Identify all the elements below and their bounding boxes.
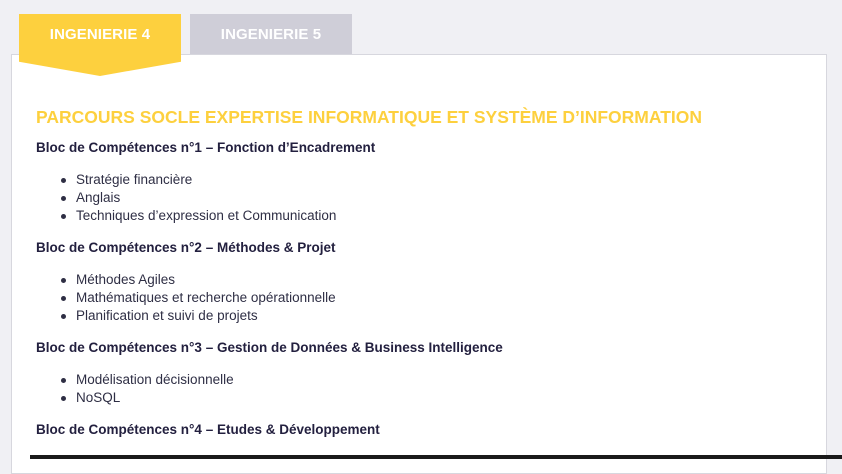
bloc-title: Bloc de Compétences n°2 – Méthodes & Pro… [36, 240, 336, 255]
tab-label: INGENIERIE 4 [49, 25, 151, 43]
list-item: Mathématiques et recherche opérationnell… [61, 289, 816, 307]
bloc-title: Bloc de Compétences n°1 – Fonction d’Enc… [36, 140, 376, 155]
list-item: Méthodes Agiles [61, 271, 816, 289]
list-item: Planification et suivi de projets [61, 307, 816, 325]
bloc-title: Bloc de Compétences n°3 – Gestion de Don… [36, 340, 503, 355]
bloc-3: Bloc de Compétences n°3 – Gestion de Don… [36, 339, 816, 407]
section-title: PARCOURS SOCLE EXPERTISE INFORMATIQUE ET… [36, 107, 703, 127]
list-item: Modélisation décisionnelle [61, 371, 816, 389]
list-item: Techniques d’expression et Communication [61, 207, 816, 225]
bloc-title: Bloc de Compétences n°4 – Etudes & Dével… [36, 422, 380, 437]
bloc-1: Bloc de Compétences n°1 – Fonction d’Enc… [36, 139, 816, 225]
bloc-2: Bloc de Compétences n°2 – Méthodes & Pro… [36, 239, 816, 325]
tab-label: INGENIERIE 5 [220, 25, 322, 43]
bloc-4: Bloc de Compétences n°4 – Etudes & Dével… [36, 421, 816, 439]
window-bottom-edge [30, 455, 842, 459]
tab-ingenierie-4[interactable]: INGENIERIE 4 [19, 14, 181, 54]
bloc-list: Méthodes Agiles Mathématiques et recherc… [36, 271, 816, 325]
list-item: Anglais [61, 189, 816, 207]
list-item: Stratégie financière [61, 171, 816, 189]
bloc-list: Stratégie financière Anglais Techniques … [36, 171, 816, 225]
list-item: NoSQL [61, 389, 816, 407]
tab-content: PARCOURS SOCLE EXPERTISE INFORMATIQUE ET… [36, 104, 816, 439]
tab-ingenierie-5[interactable]: INGENIERIE 5 [190, 14, 352, 54]
bloc-list: Modélisation décisionnelle NoSQL [36, 371, 816, 407]
